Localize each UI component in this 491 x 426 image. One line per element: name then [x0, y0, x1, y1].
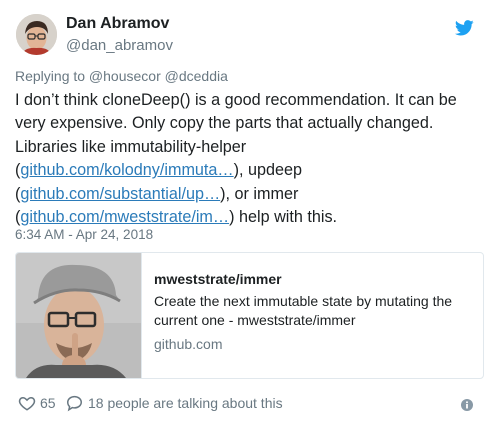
link-updeep[interactable]: github.com/substantial/up… [20, 185, 220, 203]
link-immer[interactable]: github.com/mweststrate/im… [20, 208, 229, 226]
text-fragment: ), updeep [233, 161, 303, 180]
text-fragment: ), or immer [220, 184, 299, 203]
avatar-image [16, 14, 57, 55]
tweet-line: I don’t think cloneDeep() is a good reco… [15, 91, 457, 109]
replying-to: Replying to @housecor @dceddia [15, 68, 228, 84]
author-avatar[interactable] [16, 14, 57, 55]
twitter-bird-icon[interactable] [455, 20, 474, 36]
card-image [16, 253, 141, 378]
tweet-timestamp[interactable]: 6:34 AM - Apr 24, 2018 [15, 227, 153, 242]
card-domain: github.com [154, 336, 223, 352]
author-handle[interactable]: @dan_abramov [66, 37, 173, 54]
tweet-line: very expensive. Only copy the parts that… [15, 114, 434, 133]
author-name[interactable]: Dan Abramov [66, 15, 169, 33]
card-thumbnail [16, 253, 142, 378]
card-title: mweststrate/immer [154, 271, 282, 287]
link-card[interactable]: mweststrate/immer Create the next immuta… [15, 252, 484, 379]
talking-about-count[interactable]: 18 people are talking about this [88, 395, 283, 411]
info-icon[interactable] [461, 399, 473, 411]
tweet-line: (github.com/mweststrate/im…) help with t… [15, 206, 485, 229]
speech-bubble-icon[interactable] [65, 394, 84, 412]
tweet-line: Libraries like immutability-helper [15, 137, 247, 156]
text-fragment: ) help with this. [229, 208, 338, 227]
tweet-line: (github.com/kolodny/immuta…), updeep [15, 159, 485, 182]
tweet-line: (github.com/substantial/up…), or immer [15, 183, 485, 206]
tweet-text: I don’t think cloneDeep() is a good reco… [15, 89, 485, 229]
embedded-tweet: Dan Abramov @dan_abramov Replying to @ho… [0, 0, 491, 426]
like-count[interactable]: 65 [40, 395, 56, 411]
link-immutability-helper[interactable]: github.com/kolodny/immuta… [20, 161, 233, 179]
card-description: Create the next immutable state by mutat… [154, 293, 453, 328]
heart-icon[interactable] [18, 394, 36, 412]
